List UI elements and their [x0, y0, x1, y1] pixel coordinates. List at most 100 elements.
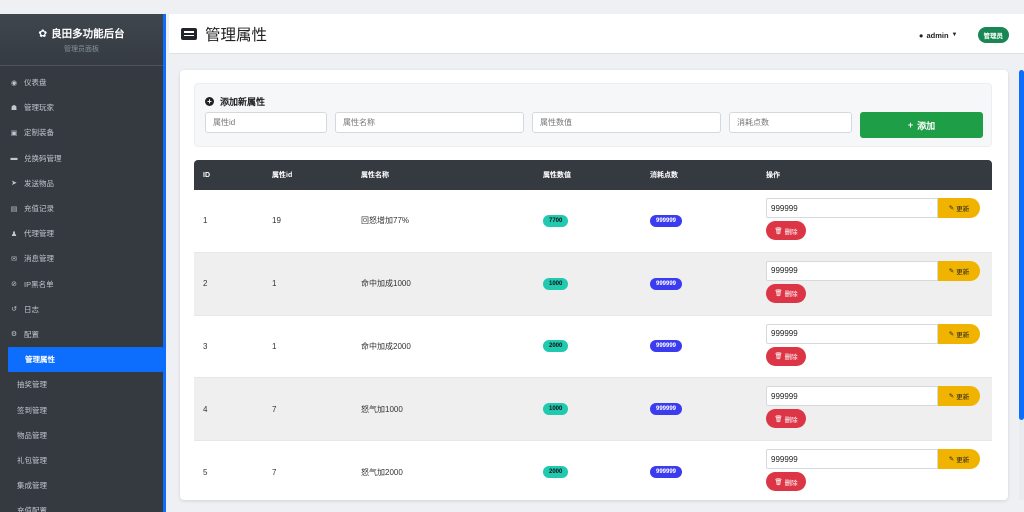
page-title: 管理属性: [181, 23, 267, 45]
cost-input[interactable]: [729, 112, 852, 133]
cell-attr-name: 怒气加1000: [361, 404, 403, 414]
value-badge: 1000: [543, 277, 569, 290]
row-actions: ✎更新 🗑删除: [766, 260, 980, 303]
sidebar-subitem[interactable]: 物品管理: [0, 423, 163, 448]
sidebar-item-card[interactable]: ▬ 兑换码管理: [0, 146, 163, 171]
sidebar-subitem-label: 物品管理: [17, 430, 47, 440]
value-badge: 2000: [543, 466, 569, 479]
sidebar-item-cogs[interactable]: ⚙ 配置: [0, 322, 163, 347]
edit-icon: ✎: [948, 330, 955, 338]
sidebar-subitem[interactable]: 管理属性: [8, 347, 163, 373]
cost-edit-input[interactable]: [766, 198, 938, 218]
sidebar-item-users[interactable]: ☗ 管理玩家: [0, 95, 163, 120]
table-body: 1 19 回怒增加77% 7700 999999 ✎更新 🗑删除 2 1 命中加成1000 1000…: [194, 190, 992, 500]
plus-circle-icon: +: [205, 97, 214, 106]
trash-icon: 🗑: [774, 290, 783, 298]
sidebar-item-user-tie[interactable]: ♟ 代理管理: [0, 221, 163, 246]
sidebar-item-send[interactable]: ➤ 发送物品: [0, 171, 163, 196]
header-attr-value: 属性数值: [543, 172, 571, 179]
cost-badge: 999999: [650, 340, 683, 353]
edit-icon: ✎: [948, 456, 955, 464]
cell-cost: 999999: [650, 214, 683, 227]
gear-icon: ✿: [38, 27, 48, 40]
cell-attr-value: 2000: [543, 340, 569, 353]
cell-id: 5: [203, 467, 208, 477]
update-button[interactable]: ✎ 更新: [938, 449, 980, 470]
row-actions: ✎更新 🗑删除: [766, 198, 980, 240]
delete-button[interactable]: 🗑 删除: [766, 472, 806, 492]
sidebar-item-label: 发送物品: [24, 178, 54, 188]
cost-edit-input[interactable]: [766, 323, 938, 344]
header-actions: 操作: [766, 172, 780, 179]
role-badge: 管理员: [977, 27, 1009, 43]
sidebar-subitem[interactable]: 礼包管理: [0, 448, 163, 473]
row-actions: ✎更新 🗑删除: [766, 386, 980, 429]
sidebar-subitem[interactable]: 抽奖管理: [0, 372, 163, 397]
table-row: 1 19 回怒增加77% 7700 999999 ✎更新 🗑删除: [194, 190, 992, 253]
trash-icon: 🗑: [774, 415, 783, 423]
sidebar-item-label: 日志: [24, 304, 39, 314]
cell-attr-name: 命中加成1000: [361, 279, 411, 289]
add-button[interactable]: + 添加: [860, 112, 983, 138]
list-icon: [181, 27, 197, 40]
user-menu[interactable]: ● admin ▼: [919, 31, 958, 40]
delete-button[interactable]: 🗑 删除: [766, 409, 806, 429]
table-row: 2 1 命中加成1000 1000 999999 ✎更新 🗑删除: [194, 252, 992, 316]
sidebar-subitem[interactable]: 签到管理: [0, 397, 163, 422]
sidebar-item-label: 定制装备: [24, 128, 54, 138]
sidebar: ✿ 良田多功能后台 管理员面板 ◉ 仪表盘 ☗ 管理玩家 ▣ 定制装备 ▬ 兑换码管理 ➤ 发送物…: [0, 14, 166, 512]
sidebar-item-gift[interactable]: ▣ 定制装备: [0, 120, 163, 145]
card-icon: ▬: [10, 154, 18, 162]
row-actions: ✎更新 🗑删除: [766, 449, 980, 492]
file-icon: ▤: [10, 205, 18, 213]
attr-id-input[interactable]: [205, 112, 327, 133]
sidebar-item-label: 充值记录: [24, 204, 54, 214]
update-button[interactable]: ✎ 更新: [938, 260, 980, 281]
sidebar-item-dashboard[interactable]: ◉ 仪表盘: [0, 70, 163, 95]
cell-attr-name: 回怒增加77%: [361, 216, 410, 226]
cost-edit-input[interactable]: [766, 449, 938, 470]
history-icon: ↺: [11, 306, 17, 314]
cell-cost: 999999: [650, 403, 683, 416]
cost-edit-input[interactable]: [766, 260, 938, 281]
attr-name-input[interactable]: [335, 112, 524, 133]
sidebar-item-history[interactable]: ↺ 日志: [0, 297, 163, 322]
cell-attr-value: 1000: [543, 403, 569, 416]
user-icon: ●: [918, 30, 924, 40]
attributes-table: ID 属性id 属性名称 属性数值 消耗点数 操作 1 19 回怒增加77% 7700…: [194, 160, 992, 500]
cost-edit-input[interactable]: [766, 386, 938, 407]
cell-cost: 999999: [650, 277, 683, 290]
table-row: 5 7 怒气加2000 2000 999999 ✎更新 🗑删除: [194, 441, 992, 500]
cell-id: 1: [203, 216, 208, 226]
sidebar-item-file[interactable]: ▤ 充值记录: [0, 196, 163, 221]
brand-title: ✿ 良田多功能后台: [38, 27, 125, 41]
sidebar-item-label: 消息管理: [24, 254, 54, 264]
trash-icon: 🗑: [774, 478, 783, 486]
update-button[interactable]: ✎ 更新: [938, 323, 980, 344]
sidebar-subitem-label: 抽奖管理: [17, 380, 47, 390]
cell-attr-name: 怒气加2000: [361, 467, 403, 477]
sidebar-item-label: 管理玩家: [24, 103, 54, 113]
sidebar-item-label: 仪表盘: [24, 78, 47, 88]
cell-id: 4: [203, 404, 208, 414]
update-button[interactable]: ✎ 更新: [938, 386, 980, 407]
cost-badge: 999999: [650, 403, 683, 416]
dashboard-icon: ◉: [10, 79, 18, 87]
content-card: + 添加新属性 + 添加 ID 属性id 属性名称 属性数值 消耗点数 操作 1…: [180, 70, 1008, 500]
sidebar-subitem[interactable]: 充值配置: [0, 498, 163, 512]
sidebar-item-ban[interactable]: ⊘ IP黑名单: [0, 272, 163, 297]
header-attr-name: 属性名称: [361, 172, 389, 179]
delete-button[interactable]: 🗑 删除: [766, 346, 806, 366]
delete-button[interactable]: 🗑 删除: [766, 283, 806, 303]
sidebar-item-comments[interactable]: ✉ 消息管理: [0, 246, 163, 271]
table-row: 4 7 怒气加1000 1000 999999 ✎更新 🗑删除: [194, 378, 992, 442]
delete-button[interactable]: 🗑 删除: [766, 221, 806, 240]
sidebar-item-label: 代理管理: [24, 229, 54, 239]
sidebar-subitem[interactable]: 集成管理: [0, 473, 163, 498]
cell-cost: 999999: [650, 466, 683, 479]
users-icon: ☗: [10, 104, 18, 112]
scrollbar-thumb[interactable]: [1019, 70, 1024, 420]
edit-icon: ✎: [948, 267, 955, 275]
attr-value-input[interactable]: [532, 112, 721, 133]
update-button[interactable]: ✎ 更新: [938, 198, 980, 218]
